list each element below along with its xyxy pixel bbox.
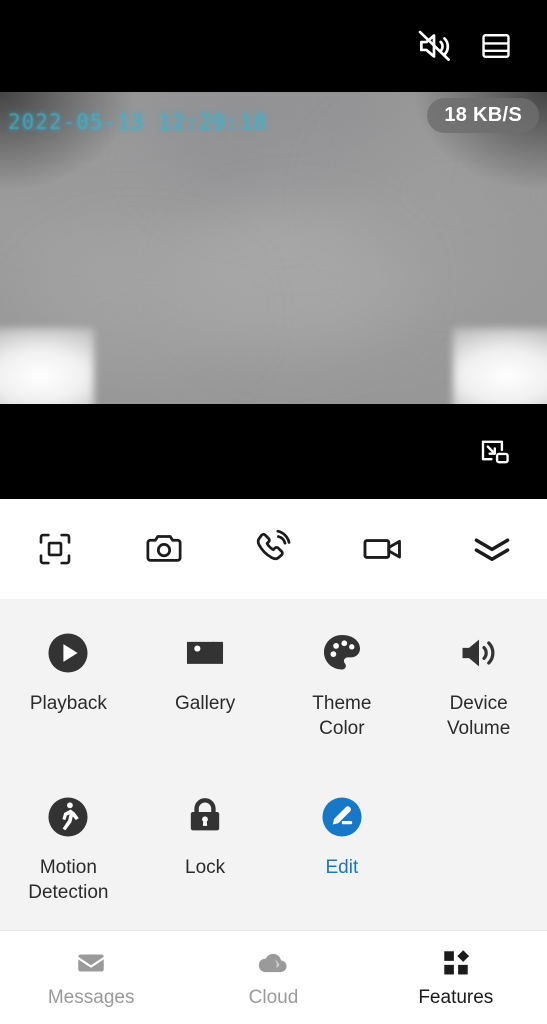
feature-label: Device Volume — [446, 693, 511, 739]
features-row-2: Motion Detection Lock Edit — [0, 787, 547, 905]
nav-label: Cloud — [248, 987, 299, 1008]
video-lower-bar — [0, 404, 547, 499]
grid-icon — [439, 946, 473, 980]
video-vignette — [0, 92, 547, 404]
feature-label: Playback — [29, 693, 107, 714]
cloud-icon — [256, 946, 290, 980]
feature-device-volume[interactable]: Device Volume — [410, 623, 547, 741]
motion-detection-icon — [44, 793, 92, 841]
feature-label: Lock — [185, 857, 226, 878]
feature-label: Theme Color — [312, 693, 372, 739]
feature-lock[interactable]: Lock — [137, 787, 274, 880]
palette-icon — [318, 629, 366, 677]
feature-label: Edit — [325, 857, 359, 878]
split-view-icon[interactable] — [469, 19, 523, 73]
edit-pencil-icon — [318, 793, 366, 841]
camera-live-view-screen: 2022-05-13 12:29:18 18 KB/S Playback Gal… — [0, 0, 547, 1024]
intercom-icon[interactable] — [219, 499, 328, 599]
nav-item-features[interactable]: Features — [365, 931, 547, 1024]
envelope-icon — [74, 946, 108, 980]
feature-theme-color[interactable]: Theme Color — [274, 623, 411, 741]
features-panel: Playback Gallery Theme Color Device Volu… — [0, 599, 547, 930]
bitrate-badge: 18 KB/S — [427, 98, 539, 133]
feature-playback[interactable]: Playback — [0, 623, 137, 716]
snapshot-icon[interactable] — [109, 499, 218, 599]
expand-icon[interactable] — [438, 499, 547, 599]
volume-icon — [455, 629, 503, 677]
picture-in-picture-icon[interactable] — [469, 426, 521, 478]
nav-label: Messages — [47, 987, 135, 1008]
fullscreen-icon[interactable] — [0, 499, 109, 599]
bottom-navigation: Messages Cloud Features — [0, 930, 547, 1024]
feature-edit[interactable]: Edit — [274, 787, 411, 880]
play-circle-icon — [44, 629, 92, 677]
mute-icon[interactable] — [407, 19, 461, 73]
feature-motion-detection[interactable]: Motion Detection — [0, 787, 137, 905]
lock-icon — [181, 793, 229, 841]
nav-label: Features — [418, 987, 494, 1008]
feature-label: Gallery — [175, 693, 236, 714]
top-bar — [0, 0, 547, 92]
feature-label: Motion Detection — [28, 857, 109, 903]
video-feed[interactable]: 2022-05-13 12:29:18 18 KB/S — [0, 92, 547, 404]
nav-item-cloud[interactable]: Cloud — [182, 931, 364, 1024]
record-icon[interactable] — [328, 499, 437, 599]
video-control-toolbar — [0, 499, 547, 599]
gallery-icon — [181, 629, 229, 677]
nav-item-messages[interactable]: Messages — [0, 931, 182, 1024]
video-timestamp: 2022-05-13 12:29:18 — [8, 110, 268, 134]
features-row-1: Playback Gallery Theme Color Device Volu… — [0, 623, 547, 741]
feature-gallery[interactable]: Gallery — [137, 623, 274, 716]
feature-placeholder — [410, 787, 547, 793]
